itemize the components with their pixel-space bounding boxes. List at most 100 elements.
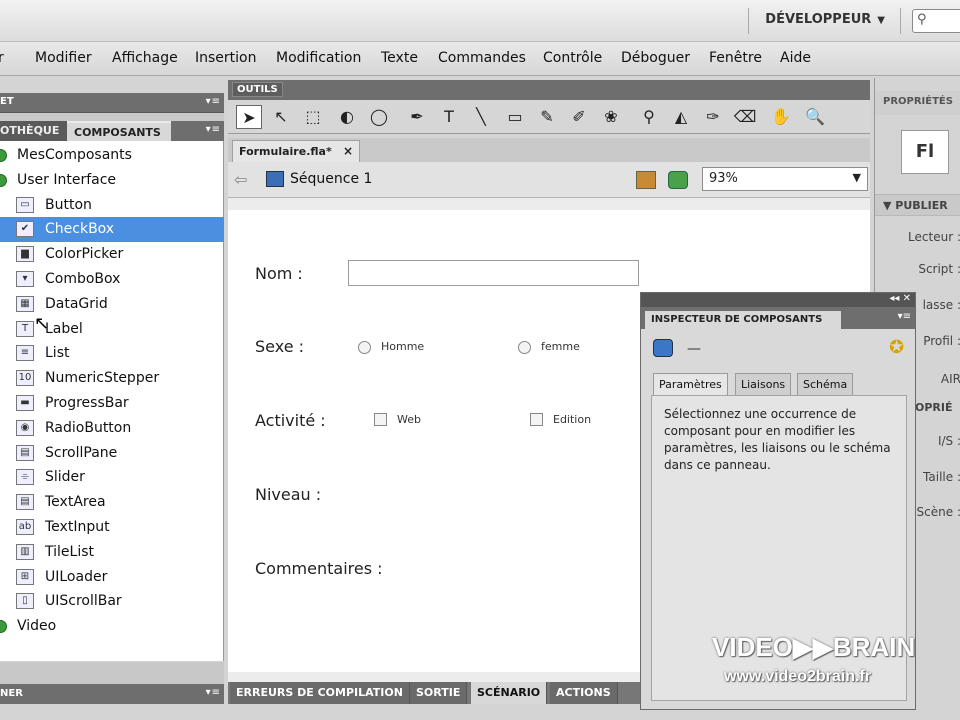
nom-input[interactable] — [348, 260, 639, 286]
video2brain-url: www.video2brain.fr — [724, 668, 871, 685]
tree-item[interactable]: ⌯ Slider — [0, 465, 224, 490]
tree-item[interactable]: ▾ ComboBox — [0, 267, 224, 292]
tab-scenario[interactable]: SCÉNARIO — [471, 682, 548, 704]
tree-item-label: TextInput — [45, 519, 110, 535]
tree-item[interactable]: ▤ TextArea — [0, 490, 224, 515]
menu-fenetre[interactable]: Fenêtre — [709, 50, 762, 66]
component-icon: ▾ — [16, 271, 34, 287]
menu-controle[interactable]: Contrôle — [543, 50, 602, 66]
edition-checkbox[interactable] — [530, 413, 543, 426]
tab-composants[interactable]: COMPOSANTS — [67, 121, 171, 141]
inspector-selection: — — [687, 341, 701, 357]
edit-scene-icon[interactable] — [636, 171, 656, 189]
paint-bucket-icon[interactable]: ◭ — [668, 105, 694, 129]
folder-icon — [0, 620, 7, 634]
collapse-close-icon[interactable]: ◂◂ ✕ — [889, 293, 911, 304]
homme-radio[interactable] — [358, 341, 371, 354]
bone-icon[interactable]: ⚲ — [636, 105, 662, 129]
rectangle-icon[interactable]: ▭ — [502, 105, 528, 129]
lasso-icon[interactable]: ◯ — [366, 105, 392, 129]
tab-actions[interactable]: ACTIONS — [550, 682, 618, 704]
component-icon: ▬ — [16, 395, 34, 411]
tab-erreurs-compilation[interactable]: ERREURS DE COMPILATION — [230, 682, 410, 704]
tab-schema[interactable]: Schéma — [797, 373, 854, 395]
menu-deboguer[interactable]: Déboguer — [621, 50, 690, 66]
pin-icon[interactable]: ✪ — [889, 337, 904, 358]
menu-texte[interactable]: Texte — [381, 50, 418, 66]
close-icon[interactable]: × — [343, 144, 353, 158]
subselection-tool-icon[interactable]: ↖ — [268, 105, 294, 129]
inspector-drag-bar[interactable]: ◂◂ ✕ — [641, 293, 915, 307]
free-transform-icon[interactable]: ⬚ — [300, 105, 326, 129]
back-arrow-icon[interactable]: ⇦ — [234, 170, 247, 189]
eraser-icon[interactable]: ⌫ — [732, 105, 758, 129]
menu-modification[interactable]: Modification — [276, 50, 361, 66]
pencil-icon[interactable]: ✎ — [534, 105, 560, 129]
niveau-label: Niveau : — [255, 485, 322, 504]
tree-item[interactable]: ab TextInput — [0, 515, 224, 540]
tree-item[interactable]: 10 NumericStepper — [0, 366, 224, 391]
tree-item[interactable]: ⊞ UILoader — [0, 565, 224, 590]
tree-item[interactable]: ▬ ProgressBar — [0, 391, 224, 416]
panel-menu-icon[interactable]: ▾≡ — [206, 96, 221, 107]
activite-label: Activité : — [255, 411, 326, 430]
menu-aide[interactable]: Aide — [780, 50, 811, 66]
menu-modifier[interactable]: Modifier — [35, 50, 92, 66]
tree-item[interactable]: ▤ ScrollPane — [0, 441, 224, 466]
menu-commandes[interactable]: Commandes — [438, 50, 526, 66]
tree-item[interactable]: ◉ RadioButton — [0, 416, 224, 441]
menu-bar: r Modifier Affichage Insertion Modificat… — [0, 42, 960, 76]
tree-item[interactable]: ▥ TileList — [0, 540, 224, 565]
pen-icon[interactable]: ✒ — [404, 105, 430, 129]
panel-menu-icon[interactable]: ▾≡ — [206, 124, 221, 135]
tree-item-label: Video — [17, 618, 57, 635]
text-icon[interactable]: T — [436, 105, 462, 129]
tree-item[interactable]: ▆ ColorPicker — [0, 242, 224, 267]
tab-liaisons[interactable]: Liaisons — [735, 373, 792, 395]
properties-header[interactable]: PROPRIÉTÉS — [875, 91, 960, 115]
tree-item[interactable]: ≡ List — [0, 341, 224, 366]
femme-radio[interactable] — [518, 341, 531, 354]
left-top-panel-header: ET ▾≡ — [0, 93, 224, 113]
workspace-switcher[interactable]: DÉVELOPPEUR ▼ — [765, 12, 885, 27]
publier-section[interactable]: ▼ PUBLIER — [875, 194, 960, 216]
eyedropper-icon[interactable]: ✑ — [700, 105, 726, 129]
document-tab[interactable]: Formulaire.fla* × — [232, 140, 360, 162]
inspector-hint-text: Sélectionnez une occurrence de composant… — [664, 407, 891, 472]
tree-item-label: User Interface — [17, 171, 117, 188]
tree-item[interactable]: User Interface — [0, 168, 224, 193]
tab-parametres[interactable]: Paramètres — [653, 373, 728, 395]
3d-rotation-icon[interactable]: ◐ — [334, 105, 360, 129]
menu-fichier[interactable]: r — [0, 50, 4, 66]
panel-menu-icon[interactable]: ▾≡ — [206, 687, 221, 698]
search-input[interactable]: ⚲ — [912, 9, 960, 33]
menu-insertion[interactable]: Insertion — [195, 50, 256, 66]
tree-item[interactable]: ✔ CheckBox — [0, 217, 224, 243]
component-icon: ▦ — [16, 295, 34, 312]
prop-script: Script : — [918, 262, 960, 276]
zoom-icon[interactable]: 🔍 — [802, 105, 828, 129]
tree-item[interactable]: MesComposants — [0, 143, 224, 168]
tab-bibliotheque[interactable]: OTHÈQUE — [0, 121, 67, 141]
tree-item[interactable]: Video — [0, 614, 224, 639]
line-icon[interactable]: ╲ — [468, 105, 494, 129]
tree-item[interactable]: ▯ UIScrollBar — [0, 589, 224, 614]
proprietes-section[interactable]: OPRIÉ — [915, 401, 953, 414]
tree-item-label: MesComposants — [17, 147, 132, 163]
tree-item[interactable]: ▭ Button — [0, 193, 224, 218]
inspector-title[interactable]: INSPECTEUR DE COMPOSANTS — [645, 311, 841, 329]
selection-tool-icon[interactable]: ➤ — [236, 105, 262, 129]
component-icon: ▆ — [16, 246, 34, 263]
brush-icon[interactable]: ✐ — [566, 105, 592, 129]
tree-item-label: ScrollPane — [45, 444, 118, 461]
web-checkbox[interactable] — [374, 413, 387, 426]
deco-icon[interactable]: ❀ — [598, 105, 624, 129]
hand-icon[interactable]: ✋ — [768, 105, 794, 129]
menu-affichage[interactable]: Affichage — [112, 50, 178, 66]
left-bottom-panel-header: NER ▾≡ — [0, 684, 224, 704]
edit-symbol-icon[interactable] — [668, 171, 688, 189]
panel-menu-icon[interactable]: ▾≡ — [898, 311, 911, 322]
zoom-select[interactable]: 93% ▼ — [702, 167, 868, 191]
tab-sortie[interactable]: SORTIE — [410, 682, 468, 704]
tree-item-label: List — [45, 345, 70, 362]
